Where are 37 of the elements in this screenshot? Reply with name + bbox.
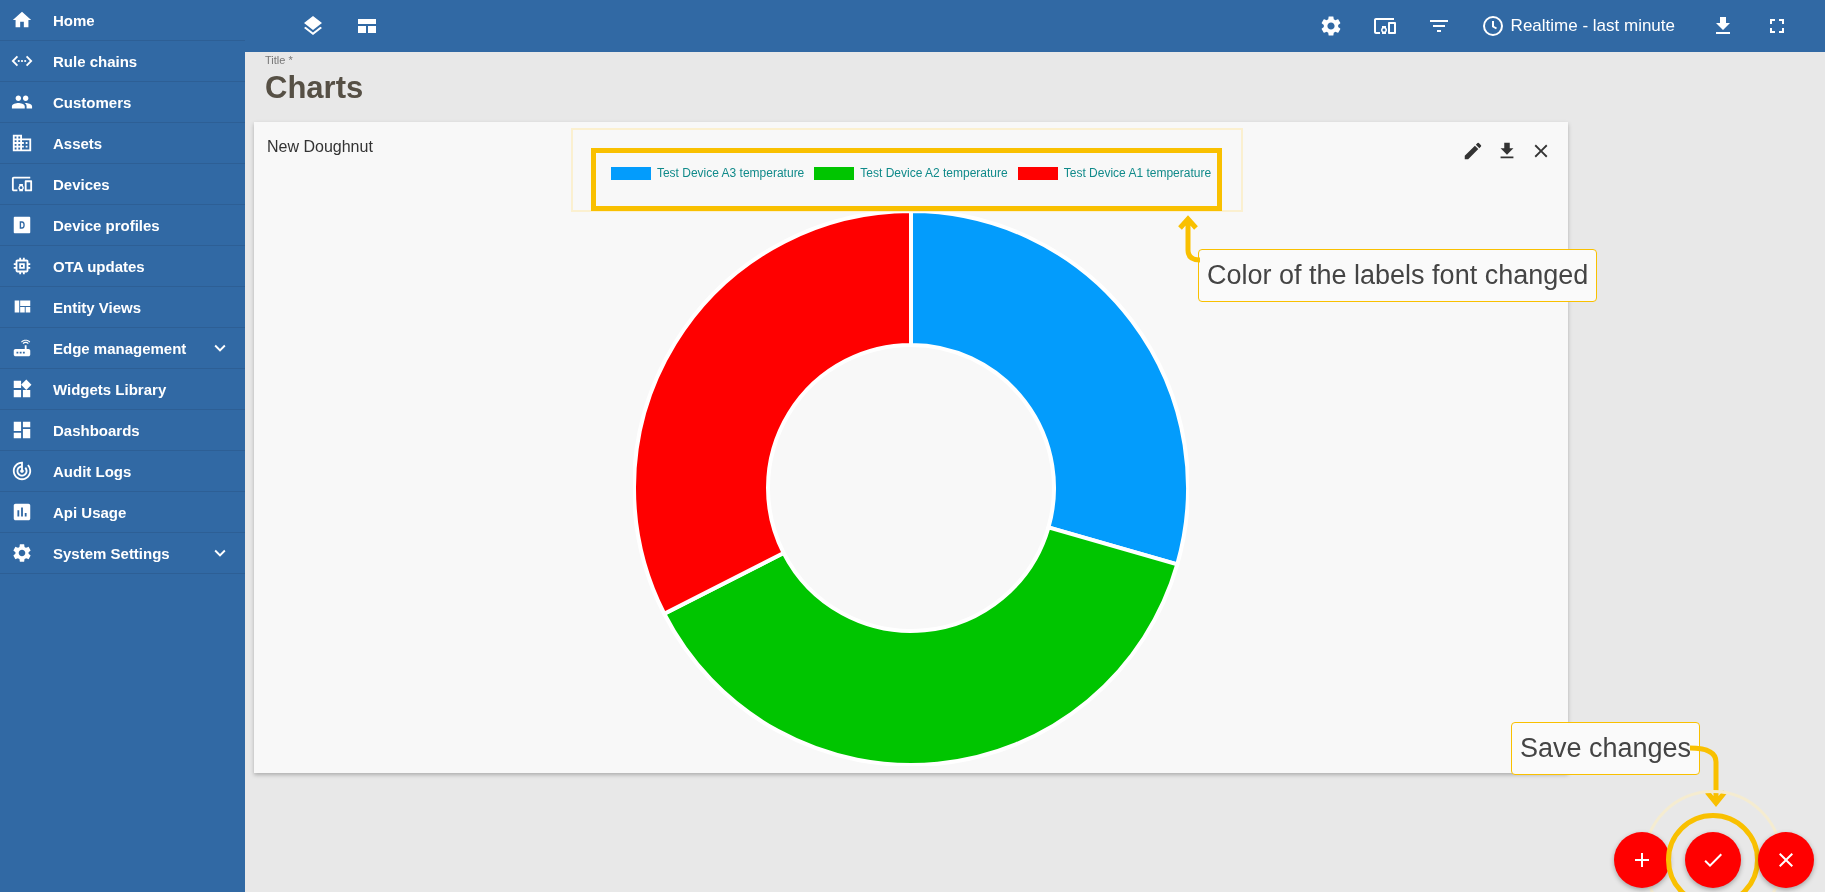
clock-icon (1480, 14, 1505, 38)
sidebar-item[interactable]: Rule chains (0, 41, 245, 82)
legend-label: Test Device A2 temperature (860, 166, 1008, 180)
dashboard-title: Charts (265, 70, 365, 106)
settings-icon (11, 542, 33, 564)
callout-note: Color of the labels font changed (1198, 249, 1598, 302)
sidebar-item[interactable]: OTA updates (0, 246, 245, 287)
sidebar-item[interactable]: System Settings (0, 533, 245, 574)
legend-label: Test Device A1 temperature (1063, 166, 1212, 180)
cancel-button[interactable] (1758, 832, 1814, 888)
building-icon (11, 132, 33, 154)
sidebar-item[interactable]: Api Usage (0, 492, 245, 533)
sidebar-item[interactable]: Assets (0, 123, 245, 164)
sidebar-item[interactable]: Customers (0, 82, 245, 123)
add-button[interactable] (1614, 832, 1670, 888)
sidebar-item[interactable]: Audit Logs (0, 451, 245, 492)
dashboard-icon (11, 419, 33, 441)
timewindow-button[interactable]: Realtime - last minute (1474, 8, 1681, 44)
sidebar-item[interactable]: Entity Views (0, 287, 245, 328)
sidebar-item[interactable]: Device profiles (0, 205, 245, 246)
sidebar-item[interactable]: Home (0, 0, 245, 41)
widgets-icon (11, 378, 33, 400)
callout-note: Save changes (1511, 722, 1701, 775)
title-label: Title * (265, 54, 294, 66)
router-icon (11, 337, 33, 359)
sidebar-item[interactable]: Devices (0, 164, 245, 205)
sidebar-item[interactable]: Widgets Library (0, 369, 245, 410)
profile-icon (11, 214, 33, 236)
sidebar-item[interactable]: Dashboards (0, 410, 245, 451)
chip-icon (11, 255, 33, 277)
save-button[interactable] (1685, 832, 1741, 888)
target-icon (11, 460, 33, 482)
sidebar-item[interactable]: Edge management (0, 328, 245, 369)
pencil-icon (1462, 140, 1484, 162)
bar-chart-icon (11, 501, 33, 523)
legend-label: Test Device A3 temperature (656, 166, 805, 180)
widget-title: New Doughnut (267, 138, 374, 156)
